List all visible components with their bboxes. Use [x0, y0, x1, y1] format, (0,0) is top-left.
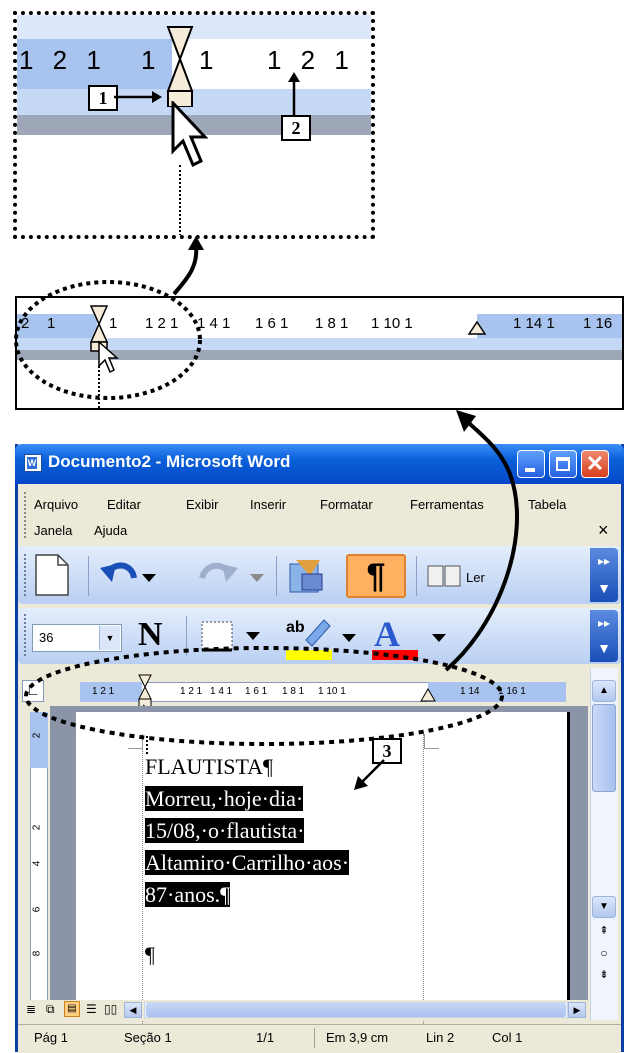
menu-close-icon[interactable]: × — [598, 520, 609, 541]
zoom-ruler-label: 1 2 1 — [267, 45, 355, 75]
vruler-label: 4 — [31, 860, 43, 867]
mid-ruler-label: 1 10 1 — [371, 315, 413, 332]
zoom-ruler-label: 1 — [141, 45, 156, 75]
svg-text:ab: ab — [286, 619, 305, 636]
undo-icon[interactable] — [100, 556, 158, 596]
doc-line[interactable]: Altamiro·Carrilho·aos· — [145, 848, 350, 878]
scroll-down-button[interactable]: ▼ — [592, 896, 616, 918]
maximize-icon — [556, 457, 570, 471]
new-document-icon[interactable] — [34, 553, 70, 597]
research-icon[interactable] — [286, 556, 326, 596]
toolbar-overflow-chevron[interactable]: ▸▸ ▼ — [590, 610, 618, 662]
status-section: Seção 1 — [124, 1030, 172, 1045]
menu-inserir[interactable]: Inserir — [250, 497, 286, 512]
selected-text: 87·anos.¶ — [145, 882, 231, 907]
normal-view-icon[interactable]: ≣ — [26, 1002, 36, 1016]
mid-ruler-label: 1 16 — [583, 315, 613, 332]
status-line: Lin 2 — [426, 1030, 455, 1045]
zoom-guide-line — [179, 165, 181, 235]
menu-ajuda[interactable]: Ajuda — [94, 523, 127, 538]
toolbar-separator — [88, 556, 89, 596]
close-button[interactable]: ✕ — [581, 450, 609, 478]
selected-text: Morreu,·hoje·dia· — [145, 786, 304, 811]
scroll-thumb[interactable] — [592, 704, 616, 792]
chevron-right-icon: ▸▸ — [597, 554, 611, 568]
window-title: Documento2 - Microsoft Word — [48, 452, 291, 471]
word-app-icon: W — [24, 454, 42, 472]
toolbar-grip — [24, 554, 28, 596]
highlight-ellipse — [14, 280, 202, 400]
scroll-left-button[interactable]: ◀ — [124, 1002, 142, 1018]
show-hide-button[interactable]: ¶ — [346, 554, 406, 598]
mid-ruler-label: 1 6 1 — [255, 315, 289, 332]
mid-ruler-label: 1 14 1 — [513, 315, 555, 332]
chevron-left-icon: ◀ — [129, 1005, 137, 1015]
chevron-up-icon: ▲ — [599, 685, 609, 696]
previous-page-button[interactable]: ⇞ — [592, 924, 616, 944]
menu-formatar[interactable]: Formatar — [320, 497, 373, 512]
doc-line[interactable]: ¶ — [145, 940, 155, 970]
arrow-callout-3 — [354, 759, 385, 790]
mouse-cursor-icon — [171, 101, 209, 168]
zoom-ruler-label: 1 2 1 — [19, 45, 107, 75]
chevron-down-icon: ▼ — [599, 901, 609, 912]
menu-editar[interactable]: Editar — [107, 497, 141, 512]
vruler-label: 6 — [31, 906, 43, 913]
print-view-icon[interactable]: ▤ — [64, 1001, 80, 1017]
indent-marker-icon[interactable] — [165, 25, 195, 107]
doc-text: FLAUTISTA¶ — [145, 754, 273, 779]
chevron-down-icon: ▼ — [597, 580, 611, 596]
arrow-callout-2 — [288, 72, 300, 116]
pilcrow-icon: ¶ — [366, 557, 386, 595]
menu-janela[interactable]: Janela — [34, 523, 72, 538]
redo-icon[interactable] — [190, 556, 274, 596]
right-indent-marker-icon[interactable] — [467, 320, 487, 336]
zoom-detail-box: 1 2 1 1 1 1 2 1 — [13, 11, 375, 239]
scroll-right-button[interactable]: ▶ — [568, 1002, 586, 1018]
doc-line[interactable]: Morreu,·hoje·dia· — [145, 784, 304, 814]
close-icon: ✕ — [585, 451, 605, 476]
doc-line[interactable]: 15/08,·o·flautista· — [145, 816, 305, 846]
status-divider — [314, 1028, 315, 1048]
reading-view-icon[interactable]: ▯▯ — [104, 1002, 117, 1016]
status-bar — [18, 1024, 621, 1053]
horizontal-scroll-thumb[interactable] — [146, 1003, 566, 1017]
status-position: Em 3,9 cm — [326, 1030, 389, 1045]
vruler-label: 2 — [31, 824, 43, 831]
maximize-button[interactable] — [549, 450, 577, 478]
curved-arrow-up — [444, 410, 519, 672]
toolbar-separator — [416, 556, 417, 596]
doc-line[interactable]: 87·anos.¶ — [145, 880, 231, 910]
browse-object-button[interactable]: ○ — [592, 946, 616, 966]
web-view-icon[interactable]: ⧉ — [46, 1002, 55, 1017]
highlight-ellipse — [24, 646, 504, 746]
next-page-button[interactable]: ⇟ — [592, 968, 616, 988]
circle-icon: ○ — [600, 946, 608, 960]
doc-line-title[interactable]: FLAUTISTA¶ — [145, 752, 273, 782]
menu-grip — [24, 492, 28, 538]
chevron-down-icon: ▼ — [597, 640, 611, 656]
status-pages: 1/1 — [256, 1030, 275, 1045]
chevron-right-icon: ▶ — [573, 1005, 581, 1015]
mid-ruler-label: 1 8 1 — [315, 315, 349, 332]
doc-text: ¶ — [145, 942, 155, 967]
menu-exibir[interactable]: Exibir — [186, 497, 219, 512]
zoom-ruler-label: 1 — [199, 45, 214, 75]
double-up-icon: ⇞ — [599, 925, 609, 937]
callout-2: 2 — [281, 115, 311, 141]
selected-text: Altamiro·Carrilho·aos· — [145, 850, 350, 875]
arrow-callout-1 — [114, 91, 162, 103]
chevron-right-icon: ▸▸ — [597, 616, 611, 630]
menu-arquivo[interactable]: Arquivo — [34, 497, 78, 512]
toolbar-separator — [276, 556, 277, 596]
status-col: Col 1 — [492, 1030, 523, 1045]
outline-view-icon[interactable]: ☰ — [86, 1002, 97, 1016]
toolbar-overflow-chevron[interactable]: ▸▸ ▼ — [590, 548, 618, 602]
selected-text: 15/08,·o·flautista· — [145, 818, 305, 843]
scroll-up-button[interactable]: ▲ — [592, 680, 616, 702]
double-down-icon: ⇟ — [599, 969, 609, 981]
status-page: Pág 1 — [34, 1030, 68, 1045]
vruler-label: 8 — [31, 950, 43, 957]
